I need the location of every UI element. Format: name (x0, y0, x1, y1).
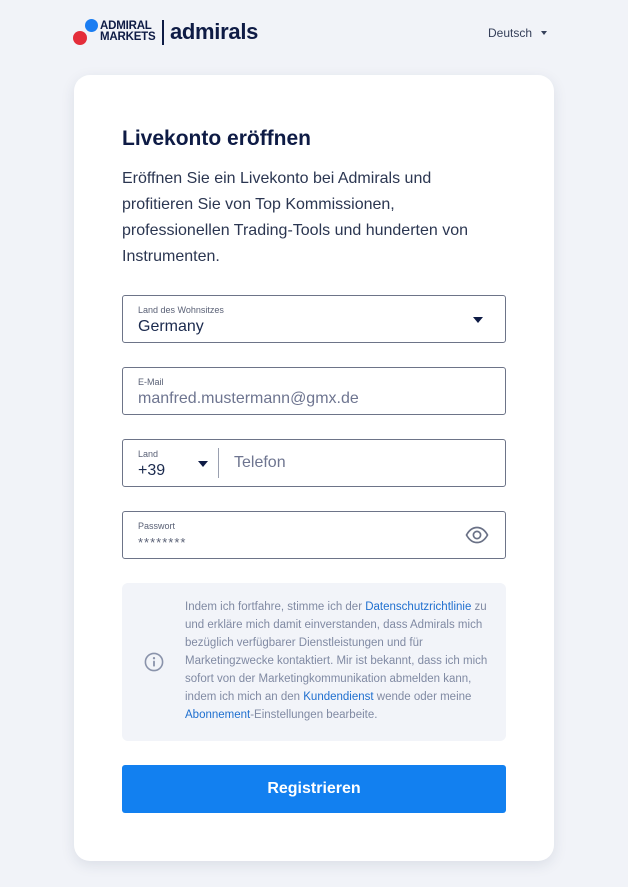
customer-service-link[interactable]: Kundendienst (303, 691, 373, 703)
email-placeholder: manfred.mustermann@gmx.de (138, 390, 359, 407)
country-value: Germany (138, 318, 204, 335)
chevron-down-icon (473, 317, 483, 323)
chevron-down-icon (198, 461, 208, 467)
password-label: Passwort (138, 521, 176, 531)
logo-blue-dot (85, 19, 98, 32)
logo-divider (162, 19, 164, 45)
phone-country-code-select[interactable]: Land +39 (123, 440, 218, 486)
phone-number-input[interactable]: Telefon (234, 454, 286, 472)
notice-text-4: -Einstellungen bearbeite. (250, 709, 378, 721)
chevron-down-icon (541, 31, 548, 35)
phone-field: Land +39 Telefon (122, 439, 506, 487)
registration-card: Livekonto eröffnen Eröffnen Sie ein Live… (74, 75, 554, 861)
language-label: Deutsch (488, 26, 533, 40)
logo-admirals-word: admirals (169, 19, 259, 44)
info-icon (144, 652, 164, 672)
logo-red-dot (73, 31, 87, 45)
logo-admiral-markets-text: ADMIRAL MARKETS (100, 20, 156, 44)
email-label: E-Mail (138, 377, 164, 387)
phone-divider (218, 448, 219, 478)
privacy-notice: Indem ich fortfahre, stimme ich der Date… (122, 583, 506, 741)
admirals-logo[interactable]: ADMIRAL MARKETS admirals (73, 18, 258, 46)
page-title: Livekonto eröffnen (122, 127, 312, 150)
privacy-notice-text: Indem ich fortfahre, stimme ich der Date… (185, 598, 495, 724)
register-button[interactable]: Registrieren (122, 765, 506, 813)
privacy-policy-link[interactable]: Datenschutzrichtlinie (365, 601, 471, 613)
password-placeholder: ******** (138, 535, 187, 550)
logo-mark-icon (73, 18, 99, 46)
eye-icon[interactable] (465, 526, 489, 544)
subscription-link[interactable]: Abonnement (185, 709, 250, 721)
notice-text-1: Indem ich fortfahre, stimme ich der (185, 601, 366, 613)
logo-line-2: MARKETS (100, 31, 156, 43)
password-field[interactable]: Passwort ******** (122, 511, 506, 559)
email-field[interactable]: E-Mail manfred.mustermann@gmx.de (122, 367, 506, 415)
country-select[interactable]: Land des Wohnsitzes Germany (122, 295, 506, 343)
phone-country-code: +39 (138, 462, 166, 479)
phone-country-label: Land (138, 449, 159, 459)
notice-text-2: zu und erkläre mich damit einverstanden,… (185, 601, 488, 703)
header: ADMIRAL MARKETS admirals Deutsch (0, 0, 628, 66)
notice-text-3: wende oder meine (373, 691, 472, 703)
country-label: Land des Wohnsitzes (138, 305, 224, 315)
intro-text: Eröffnen Sie ein Livekonto bei Admirals … (122, 170, 469, 265)
language-selector[interactable]: Deutsch (488, 26, 548, 40)
